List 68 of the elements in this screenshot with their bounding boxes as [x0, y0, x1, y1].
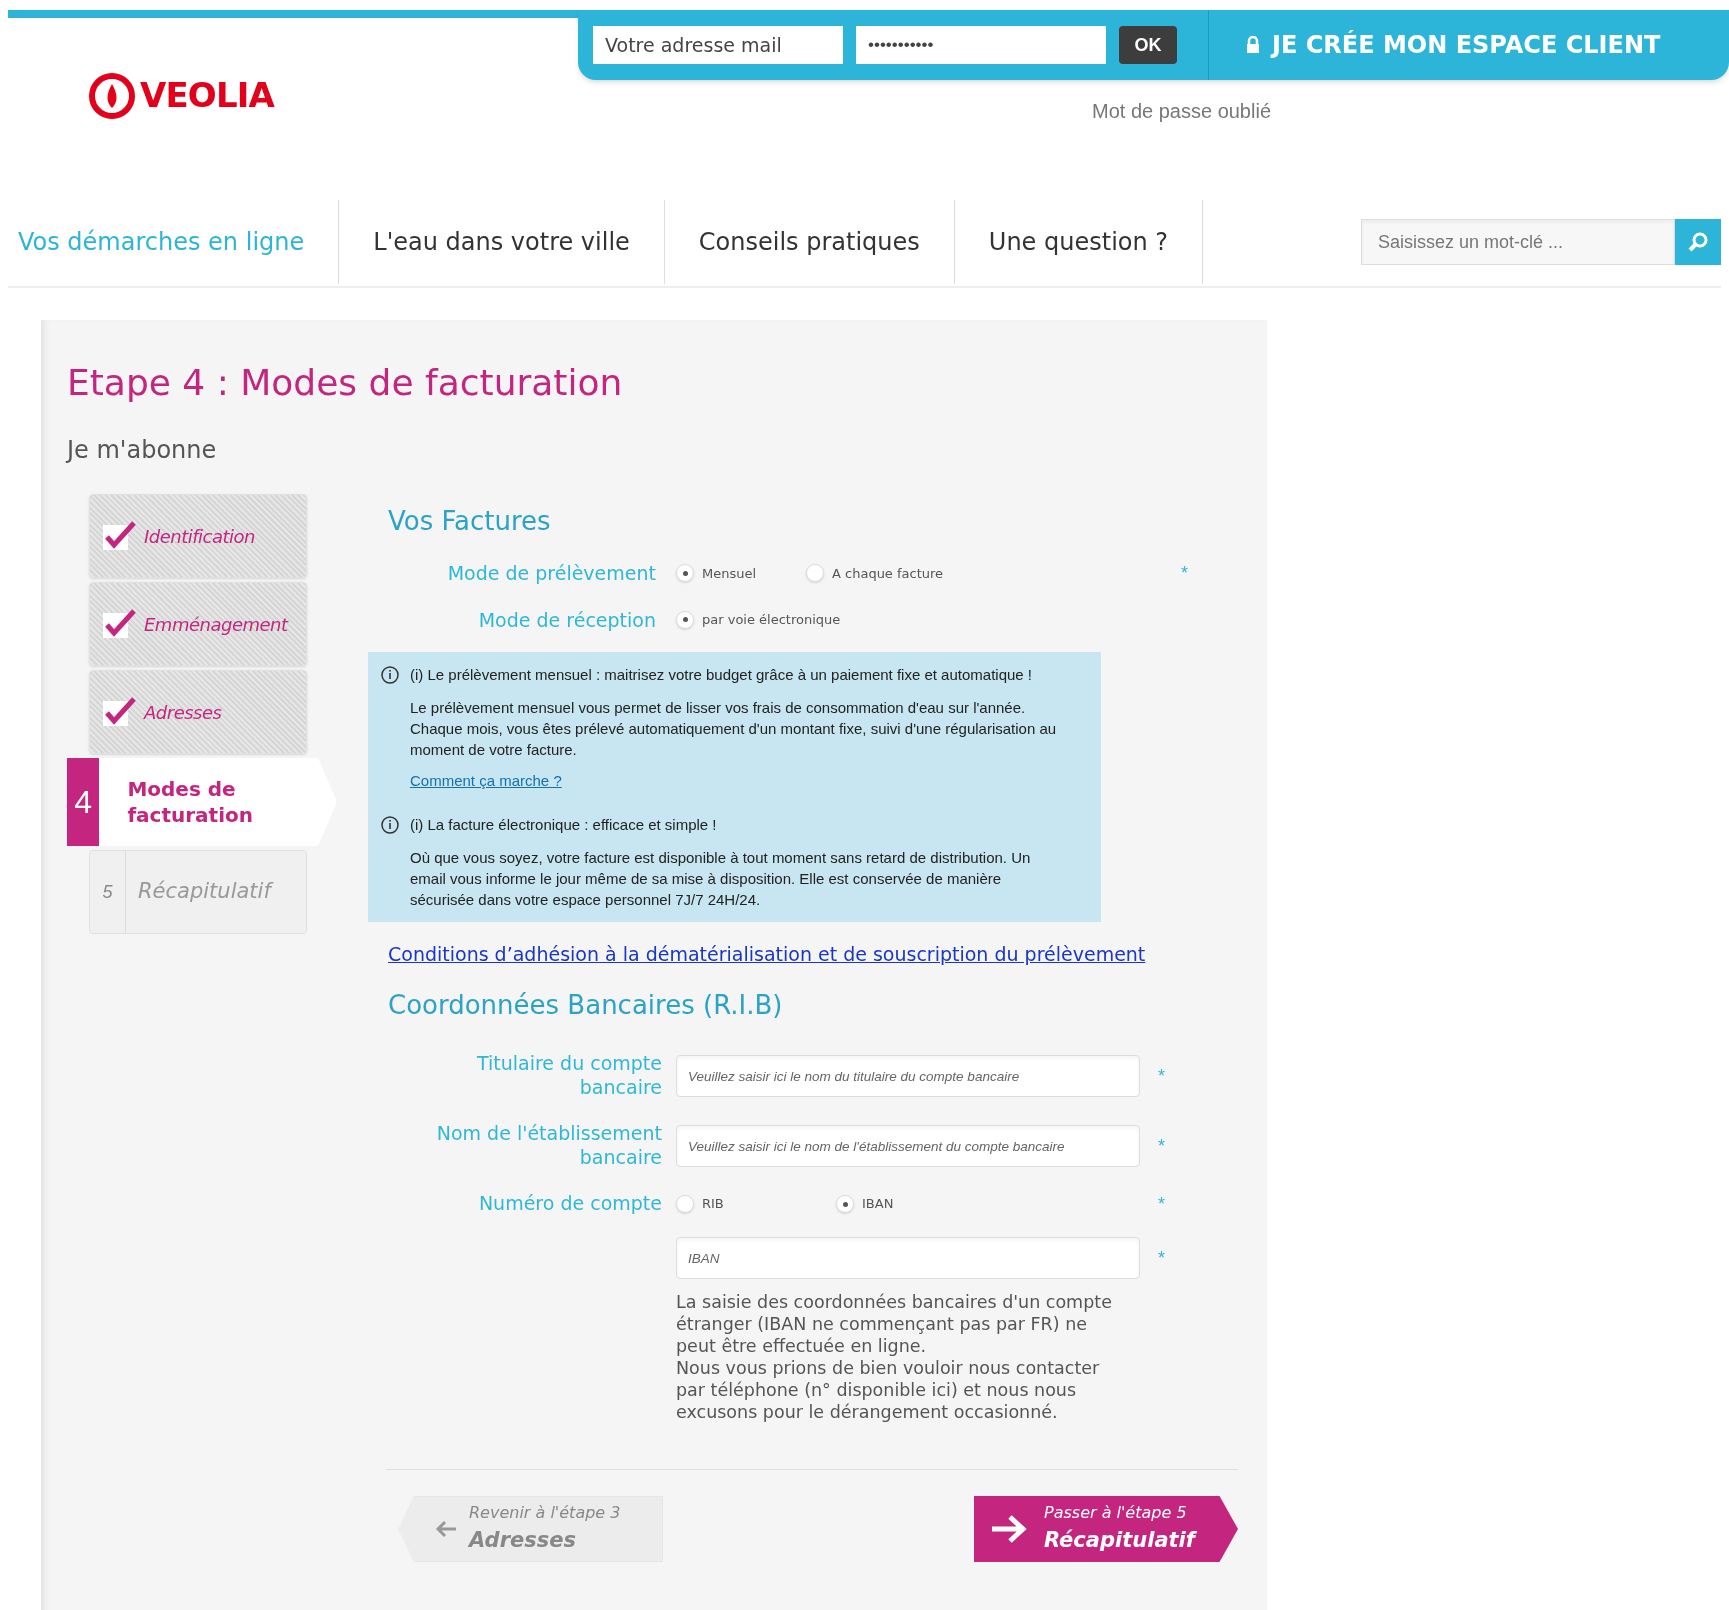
completed-step[interactable]: Emménagement	[89, 582, 307, 666]
ok-button[interactable]: OK	[1119, 26, 1177, 64]
radio-label: RIB	[702, 1195, 724, 1214]
page-subtitle: Je m'abonne	[67, 435, 218, 466]
field-label: Mode de réception	[477, 607, 657, 633]
nav-tab[interactable]: Conseils pratiques	[664, 200, 955, 284]
radio-label: par voie électronique	[702, 611, 841, 629]
info-text: Le prélèvement mensuel vous permet de lisser vos frais de consommation d'eau sur l'année. Chaque mois, vous êtes prélevé automatiquement d'un montant fixe, suivi d'une régularisation au moment de votre facture.	[410, 697, 1058, 760]
field-label: Numéro de compte	[478, 1191, 662, 1215]
forgot-password-link[interactable]: Mot de passe oublié	[1092, 100, 1271, 122]
step-label: Adresses	[144, 700, 222, 725]
step-number: 4	[67, 758, 100, 846]
completed-step[interactable]: Adresses	[89, 670, 307, 754]
nav-tab[interactable]: L'eau dans votre ville	[339, 200, 665, 284]
check-icon	[102, 697, 136, 727]
info-icon	[380, 665, 400, 685]
required-mark: *	[1158, 1195, 1165, 1213]
required-mark: *	[1158, 1067, 1165, 1085]
required-mark: *	[1158, 1137, 1165, 1155]
logo-text: VEOLIA	[140, 74, 274, 117]
upcoming-step[interactable]: 5 Récapitulatif	[89, 850, 307, 934]
previous-step-button[interactable]: Revenir à l'étape 3 Adresses	[398, 1496, 663, 1562]
info-title: (i) Le prélèvement mensuel : maitrisez votre budget grâce à un paiement fixe et automatique !	[410, 665, 1033, 685]
required-mark: *	[1181, 564, 1188, 583]
text-field[interactable]: Veuillez saisir ici le nom de l'établissement du compte bancaire	[676, 1125, 1140, 1167]
search-icon	[1687, 231, 1709, 253]
radio-button[interactable]	[836, 1195, 854, 1213]
page-title: Etape 4 : Modes de facturation	[67, 361, 624, 405]
radio-button[interactable]	[806, 564, 824, 583]
current-step[interactable]: 4 Modes de facturation	[67, 758, 337, 846]
bank-note: Nous vous prions de bien vouloir nous contacter par téléphone (n° disponible ici) et nous nous excusons pour le dérangement occasionné.	[676, 1357, 1101, 1423]
text-field[interactable]: IBAN	[676, 1237, 1140, 1279]
step-label: Emménagement	[144, 612, 288, 637]
radio-button[interactable]	[676, 1195, 694, 1213]
password-field[interactable]: •••••••••••	[856, 26, 1106, 64]
email-field[interactable]: Votre adresse mail	[593, 26, 843, 64]
section-heading: Coordonnées Bancaires (R.I.B)	[388, 989, 784, 1022]
field-label: Titulaire du compte bancaire	[475, 1051, 662, 1099]
required-mark: *	[1158, 1249, 1165, 1267]
radio-label: Mensuel	[702, 564, 757, 583]
radio-button[interactable]	[676, 610, 694, 629]
step-label: Identification	[144, 524, 256, 549]
lock-icon	[1246, 36, 1260, 54]
step-number: 5	[90, 851, 126, 933]
radio-label: IBAN	[862, 1195, 894, 1214]
how-it-works-link[interactable]: Comment ça marche ?	[410, 769, 562, 792]
conditions-link[interactable]: Conditions d’adhésion à la dématérialisation et de souscription du prélèvement	[388, 939, 1267, 968]
search-field[interactable]: Saisissez un mot-clé ...	[1361, 219, 1675, 265]
field-label: Nom de l'établissement bancaire	[435, 1121, 662, 1169]
check-icon	[102, 521, 136, 551]
logo-icon	[88, 71, 136, 120]
arrow-right-icon	[990, 1513, 1028, 1545]
next-step-button[interactable]: Passer à l'étape 5 Récapitulatif	[974, 1496, 1238, 1562]
step-label: Modes de facturation	[126, 776, 254, 829]
check-icon	[102, 609, 136, 639]
field-label: Mode de prélèvement	[446, 561, 657, 586]
info-text: Où que vous soyez, votre facture est disponible à tout moment sans retard de distribution. Un email vous informe le jour même de sa mise à disposition. Elle est conservée de manière sécurisée dans votre espace personnel 7J/7 24H/24.	[410, 847, 1032, 910]
bank-note: La saisie des coordonnées bancaires d'un compte étranger (IBAN ne commençant pas par FR) ne peut être effectuée en ligne.	[676, 1291, 1113, 1357]
logo[interactable]: VEOLIA	[88, 70, 274, 121]
info-icon	[380, 815, 400, 835]
text-field[interactable]: Veuillez saisir ici le nom du titulaire du compte bancaire	[676, 1055, 1140, 1097]
arrow-left-icon	[435, 1520, 457, 1538]
info-title: (i) La facture électronique : efficace et simple !	[410, 815, 718, 835]
completed-step[interactable]: Identification	[89, 494, 307, 578]
radio-label: A chaque facture	[832, 564, 944, 583]
nav-tab[interactable]: Une question ?	[954, 200, 1204, 284]
radio-button[interactable]	[676, 564, 694, 583]
section-heading: Vos Factures	[388, 505, 552, 538]
